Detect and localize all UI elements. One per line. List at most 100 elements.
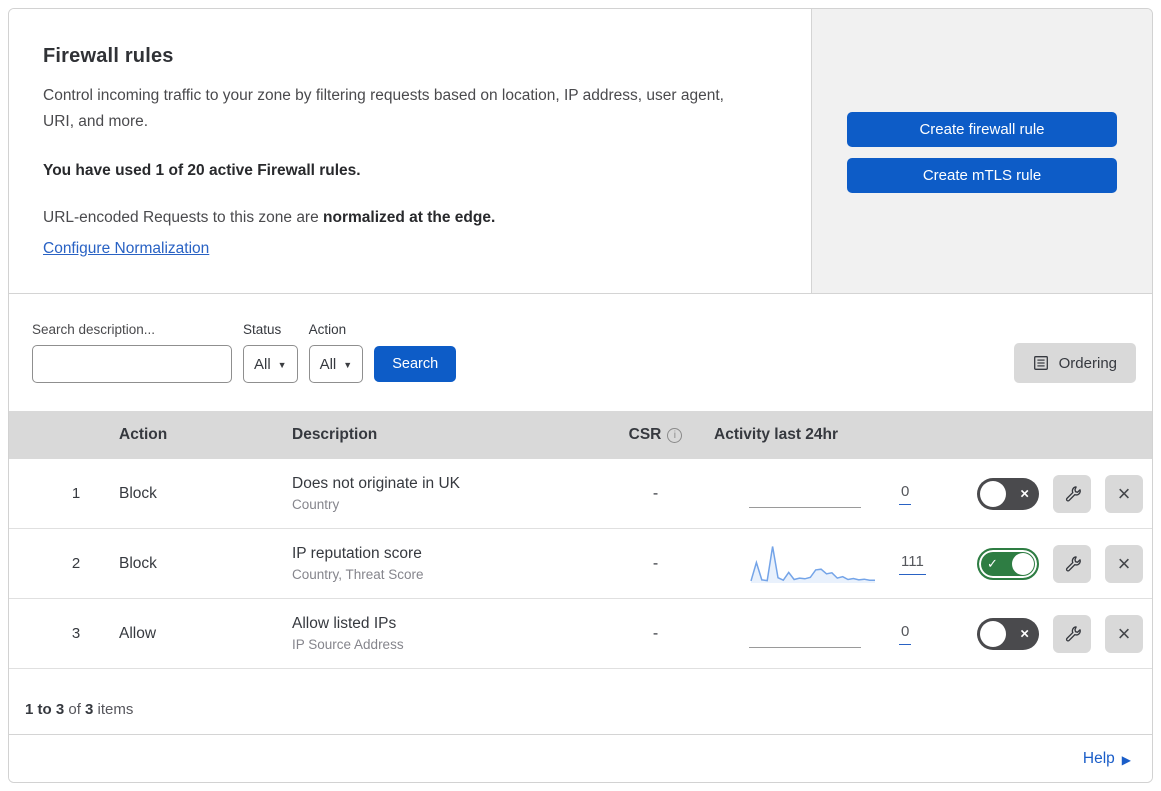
activity-sparkline	[749, 543, 877, 585]
usage-summary: You have used 1 of 20 active Firewall ru…	[43, 162, 361, 179]
filter-bar: Search description... Status All ▼ Actio…	[9, 294, 1152, 411]
search-button[interactable]: Search	[374, 346, 457, 382]
edit-rule-button[interactable]	[1053, 474, 1091, 513]
delete-rule-button[interactable]: ×	[1105, 544, 1143, 583]
help-bar: Help ▶	[9, 734, 1152, 782]
col-csr-label: CSR	[628, 426, 662, 443]
rule-priority: 2	[71, 555, 81, 572]
close-icon: ×	[1117, 480, 1131, 506]
page: Firewall rules Control incoming traffic …	[0, 0, 1161, 791]
rule-action: Block	[119, 484, 157, 502]
col-csr: CSR i	[612, 426, 699, 444]
status-dropdown-value: All	[254, 355, 271, 373]
create-mtls-rule-button[interactable]: Create mTLS rule	[847, 158, 1117, 193]
cross-icon: ×	[1020, 625, 1029, 642]
activity-count-link[interactable]: 0	[899, 623, 912, 645]
status-dropdown[interactable]: All ▼	[243, 345, 298, 383]
page-description: Control incoming traffic to your zone by…	[43, 87, 724, 130]
rule-csr: -	[652, 484, 659, 502]
wrench-icon	[1065, 556, 1081, 572]
cross-icon: ×	[1020, 485, 1029, 502]
delete-rule-button[interactable]: ×	[1105, 614, 1143, 653]
chevron-down-icon: ▼	[343, 360, 353, 370]
action-label: Action	[308, 322, 347, 337]
activity-count-link[interactable]: 0	[899, 483, 912, 505]
sparkline-chart	[750, 545, 875, 583]
close-icon: ×	[1117, 550, 1131, 576]
col-description: Description	[292, 426, 378, 443]
header-text-panel: Firewall rules Control incoming traffic …	[9, 9, 811, 293]
status-label: Status	[243, 322, 282, 337]
rule-activity: 0	[699, 613, 949, 655]
help-link[interactable]: Help ▶	[1083, 750, 1131, 768]
wrench-icon	[1065, 626, 1081, 642]
rule-description: IP reputation score Country, Threat Scor…	[292, 545, 612, 582]
table-body: 1 Block Does not originate in UK Country…	[9, 459, 1152, 669]
rule-action: Block	[119, 554, 157, 572]
table-footer: 1 to 3 of 3 items	[9, 669, 1152, 734]
search-input[interactable]	[51, 356, 232, 372]
rule-toggle[interactable]: ✓ ×	[977, 477, 1039, 510]
items-label: items	[93, 701, 134, 718]
rule-title: Allow listed IPs	[292, 615, 397, 632]
ordering-button[interactable]: Ordering	[1013, 343, 1136, 383]
filter-controls: Search description... Status All ▼ Actio…	[32, 322, 457, 383]
close-icon: ×	[1117, 620, 1131, 646]
col-action: Action	[119, 426, 168, 443]
rule-controls: ✓ × ×	[949, 544, 1152, 583]
edit-rule-button[interactable]	[1053, 544, 1091, 583]
items-range: 1 to 3	[25, 701, 65, 718]
rule-action: Allow	[119, 624, 157, 642]
rule-activity: 0	[699, 473, 949, 515]
help-label: Help	[1082, 750, 1115, 767]
ordering-list-icon	[1033, 356, 1048, 370]
activity-count-link[interactable]: 111	[899, 553, 926, 575]
rule-title: IP reputation score	[292, 545, 422, 562]
rule-fields: IP Source Address	[292, 637, 404, 652]
header-actions-panel: Create firewall rule Create mTLS rule	[811, 9, 1152, 293]
table-row: 3 Allow Allow listed IPs IP Source Addre…	[9, 599, 1152, 669]
wrench-icon	[1065, 486, 1081, 502]
edit-rule-button[interactable]	[1053, 614, 1091, 653]
table-row: 2 Block IP reputation score Country, Thr…	[9, 529, 1152, 599]
rule-fields: Country, Threat Score	[292, 567, 424, 582]
normalization-bold: normalized at the edge.	[323, 209, 496, 226]
items-of: of	[64, 701, 86, 718]
action-dropdown[interactable]: All ▼	[308, 345, 364, 383]
rule-csr: -	[652, 554, 659, 572]
ordering-button-label: Ordering	[1058, 354, 1117, 372]
activity-flatline	[749, 646, 861, 648]
action-group: Action All ▼	[308, 322, 364, 383]
table-header: Action Description CSR i Activity last 2…	[9, 411, 1152, 459]
rule-csr: -	[652, 624, 659, 642]
normalization-prefix: URL-encoded Requests to this zone are	[43, 209, 324, 226]
create-firewall-rule-button[interactable]: Create firewall rule	[847, 112, 1117, 147]
header-section: Firewall rules Control incoming traffic …	[9, 9, 1152, 294]
search-field[interactable]	[32, 345, 232, 383]
page-title: Firewall rules	[43, 45, 174, 67]
status-group: Status All ▼	[243, 322, 298, 383]
rule-priority: 1	[71, 485, 81, 502]
activity-sparkline	[749, 613, 877, 655]
rule-fields: Country	[292, 497, 340, 512]
rule-toggle[interactable]: ✓ ×	[977, 617, 1039, 650]
table-row: 1 Block Does not originate in UK Country…	[9, 459, 1152, 529]
info-icon[interactable]: i	[667, 427, 683, 443]
rule-priority: 3	[71, 625, 81, 642]
rule-activity: 111	[699, 543, 949, 585]
rule-description: Allow listed IPs IP Source Address	[292, 615, 612, 652]
toggle-knob	[980, 480, 1006, 507]
search-group: Search description...	[32, 322, 232, 383]
activity-sparkline	[749, 473, 877, 515]
rule-toggle[interactable]: ✓ ×	[977, 547, 1039, 580]
normalization-note: URL-encoded Requests to this zone are no…	[43, 209, 771, 227]
rule-controls: ✓ × ×	[949, 614, 1152, 653]
action-dropdown-value: All	[319, 355, 337, 373]
search-label: Search description...	[32, 322, 156, 337]
rule-title: Does not originate in UK	[292, 475, 461, 492]
toggle-knob	[1012, 552, 1034, 575]
toggle-knob	[980, 620, 1006, 647]
delete-rule-button[interactable]: ×	[1105, 474, 1143, 513]
configure-normalization-link[interactable]: Configure Normalization	[43, 240, 209, 258]
firewall-rules-card: Firewall rules Control incoming traffic …	[8, 8, 1153, 783]
